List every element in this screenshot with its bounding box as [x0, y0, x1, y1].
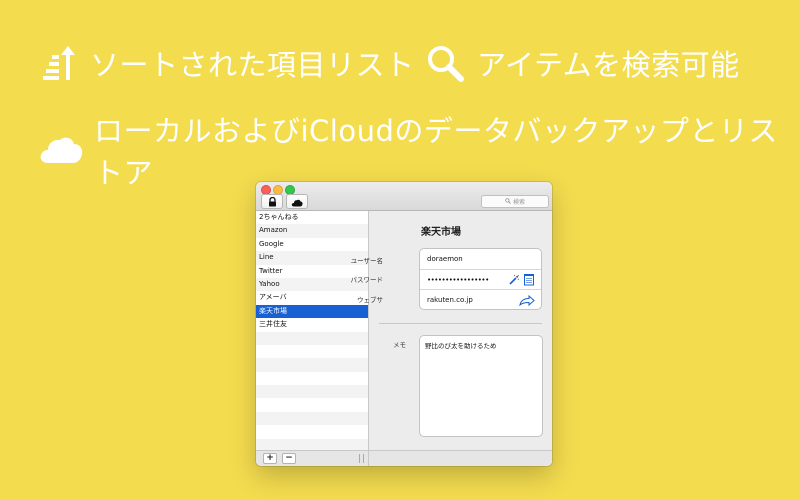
empty-row — [256, 411, 368, 426]
list-item[interactable]: 2ちゃんねる — [256, 211, 368, 224]
cloud-icon — [38, 133, 84, 167]
search-icon — [505, 197, 513, 206]
website-label: ウェブサ — [357, 296, 383, 304]
username-field[interactable]: doraemon — [420, 249, 541, 269]
empty-row — [256, 345, 368, 358]
password-label: パスワード — [350, 276, 384, 284]
magnifier-icon — [425, 43, 467, 83]
titlebar: 検索 — [256, 182, 552, 211]
username-value: doraemon — [427, 255, 463, 263]
magic-wand-icon[interactable] — [508, 271, 520, 290]
cloud-icon — [291, 192, 303, 211]
empty-row — [256, 358, 368, 372]
list-item[interactable]: Amazon — [256, 224, 368, 238]
detail-pane: 楽天市場 ユーザー名 パスワード ウェブサ doraemon •••••••••… — [351, 211, 552, 466]
add-item-button[interactable]: + — [263, 453, 277, 464]
memo-label: メモ — [393, 341, 406, 349]
detail-footer — [369, 450, 552, 466]
credentials-box: doraemon ••••••••••••••••• rakuten.co.jp — [419, 248, 542, 310]
empty-row — [256, 438, 368, 450]
website-value: rakuten.co.jp — [427, 296, 473, 304]
share-arrow-icon[interactable] — [519, 291, 535, 310]
notepad-icon[interactable] — [523, 271, 535, 290]
empty-row — [256, 425, 368, 438]
empty-row — [256, 385, 368, 399]
feature-sorted-list: ソートされた項目リスト — [40, 42, 415, 84]
remove-item-button[interactable]: − — [282, 453, 296, 464]
search-input[interactable]: 検索 — [481, 195, 549, 208]
feature-search-text: アイテムを検索可能 — [477, 48, 740, 82]
empty-row — [256, 331, 368, 345]
list-footer: + − — [256, 450, 369, 466]
list-item[interactable]: Google — [256, 238, 368, 251]
app-window: 検索 2ちゃんねる Amazon Google Line Twitter Yah… — [256, 182, 552, 466]
feature-search: アイテムを検索可能 — [425, 42, 740, 84]
cloud-button[interactable] — [286, 194, 308, 209]
feature-backup-text: ローカルおよびiCloudのデータバックアップとリストア — [94, 114, 778, 190]
feature-backup: ローカルおよびiCloudのデータバックアップとリストア — [38, 108, 800, 192]
username-label: ユーザー名 — [350, 257, 383, 265]
list-item-selected[interactable]: 楽天市場 — [256, 304, 368, 319]
memo-text: 野比のび太を助けるため — [425, 342, 497, 350]
lock-icon — [268, 192, 277, 211]
lock-button[interactable] — [261, 194, 283, 209]
item-list[interactable]: 2ちゃんねる Amazon Google Line Twitter Yahoo … — [256, 211, 369, 450]
resize-grip[interactable] — [359, 454, 364, 463]
sort-icon — [40, 43, 80, 83]
divider — [379, 323, 542, 324]
empty-row — [256, 398, 368, 411]
website-field[interactable]: rakuten.co.jp — [420, 289, 541, 310]
search-placeholder: 検索 — [512, 199, 525, 206]
password-value: ••••••••••••••••• — [427, 276, 489, 284]
list-item[interactable]: 三井住友 — [256, 318, 368, 331]
password-field[interactable]: ••••••••••••••••• — [420, 269, 541, 290]
detail-title: 楽天市場 — [421, 227, 461, 238]
memo-textarea[interactable]: 野比のび太を助けるため — [419, 335, 543, 437]
empty-row — [256, 372, 368, 385]
feature-sorted-text: ソートされた項目リスト — [90, 48, 415, 82]
